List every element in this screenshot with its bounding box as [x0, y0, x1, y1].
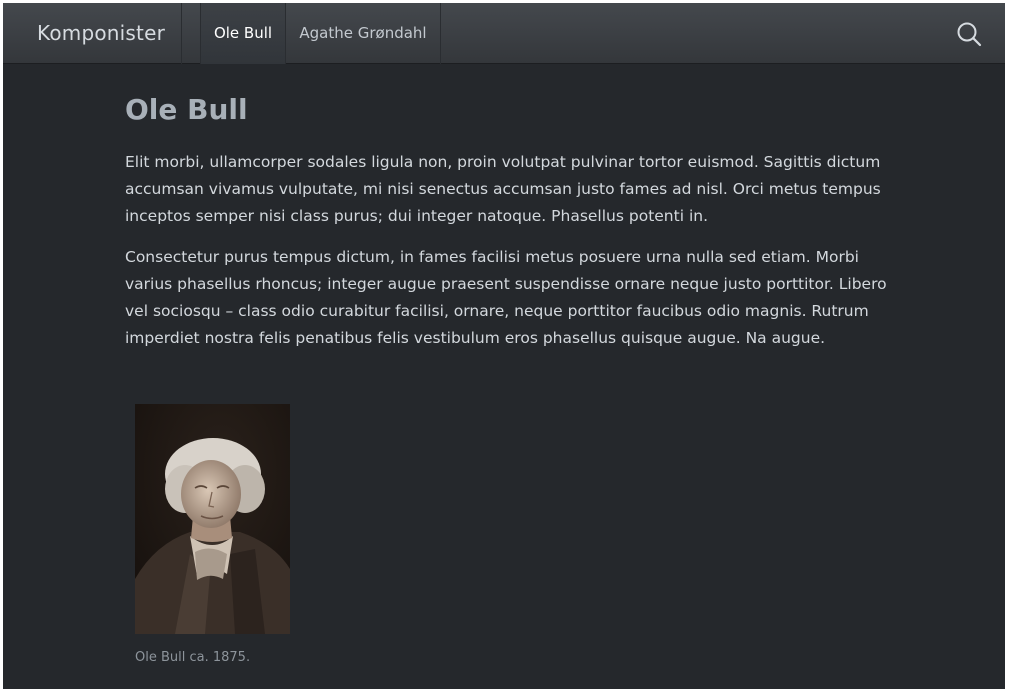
page-frame: Komponister Ole Bull Agathe Grøndahl Ole…	[3, 3, 1005, 689]
nav-link-agathe-grondahl[interactable]: Agathe Grøndahl	[286, 3, 441, 64]
top-navbar: Komponister Ole Bull Agathe Grøndahl	[3, 3, 1005, 64]
portrait-figure: Ole Bull ca. 1875.	[135, 404, 293, 665]
brand-link[interactable]: Komponister	[37, 21, 165, 45]
figure-caption: Ole Bull ca. 1875.	[135, 650, 251, 665]
article-content: Ole Bull Elit morbi, ullamcorper sodales…	[125, 91, 895, 352]
article-paragraph: Consectetur purus tempus dictum, in fame…	[125, 248, 887, 347]
search-icon[interactable]	[955, 20, 983, 48]
portrait-image	[135, 404, 290, 634]
article-paragraph: Elit morbi, ullamcorper sodales ligula n…	[125, 153, 881, 225]
nav-link-ole-bull[interactable]: Ole Bull	[200, 3, 286, 64]
brand-divider	[181, 3, 182, 64]
page-title: Ole Bull	[125, 93, 248, 126]
